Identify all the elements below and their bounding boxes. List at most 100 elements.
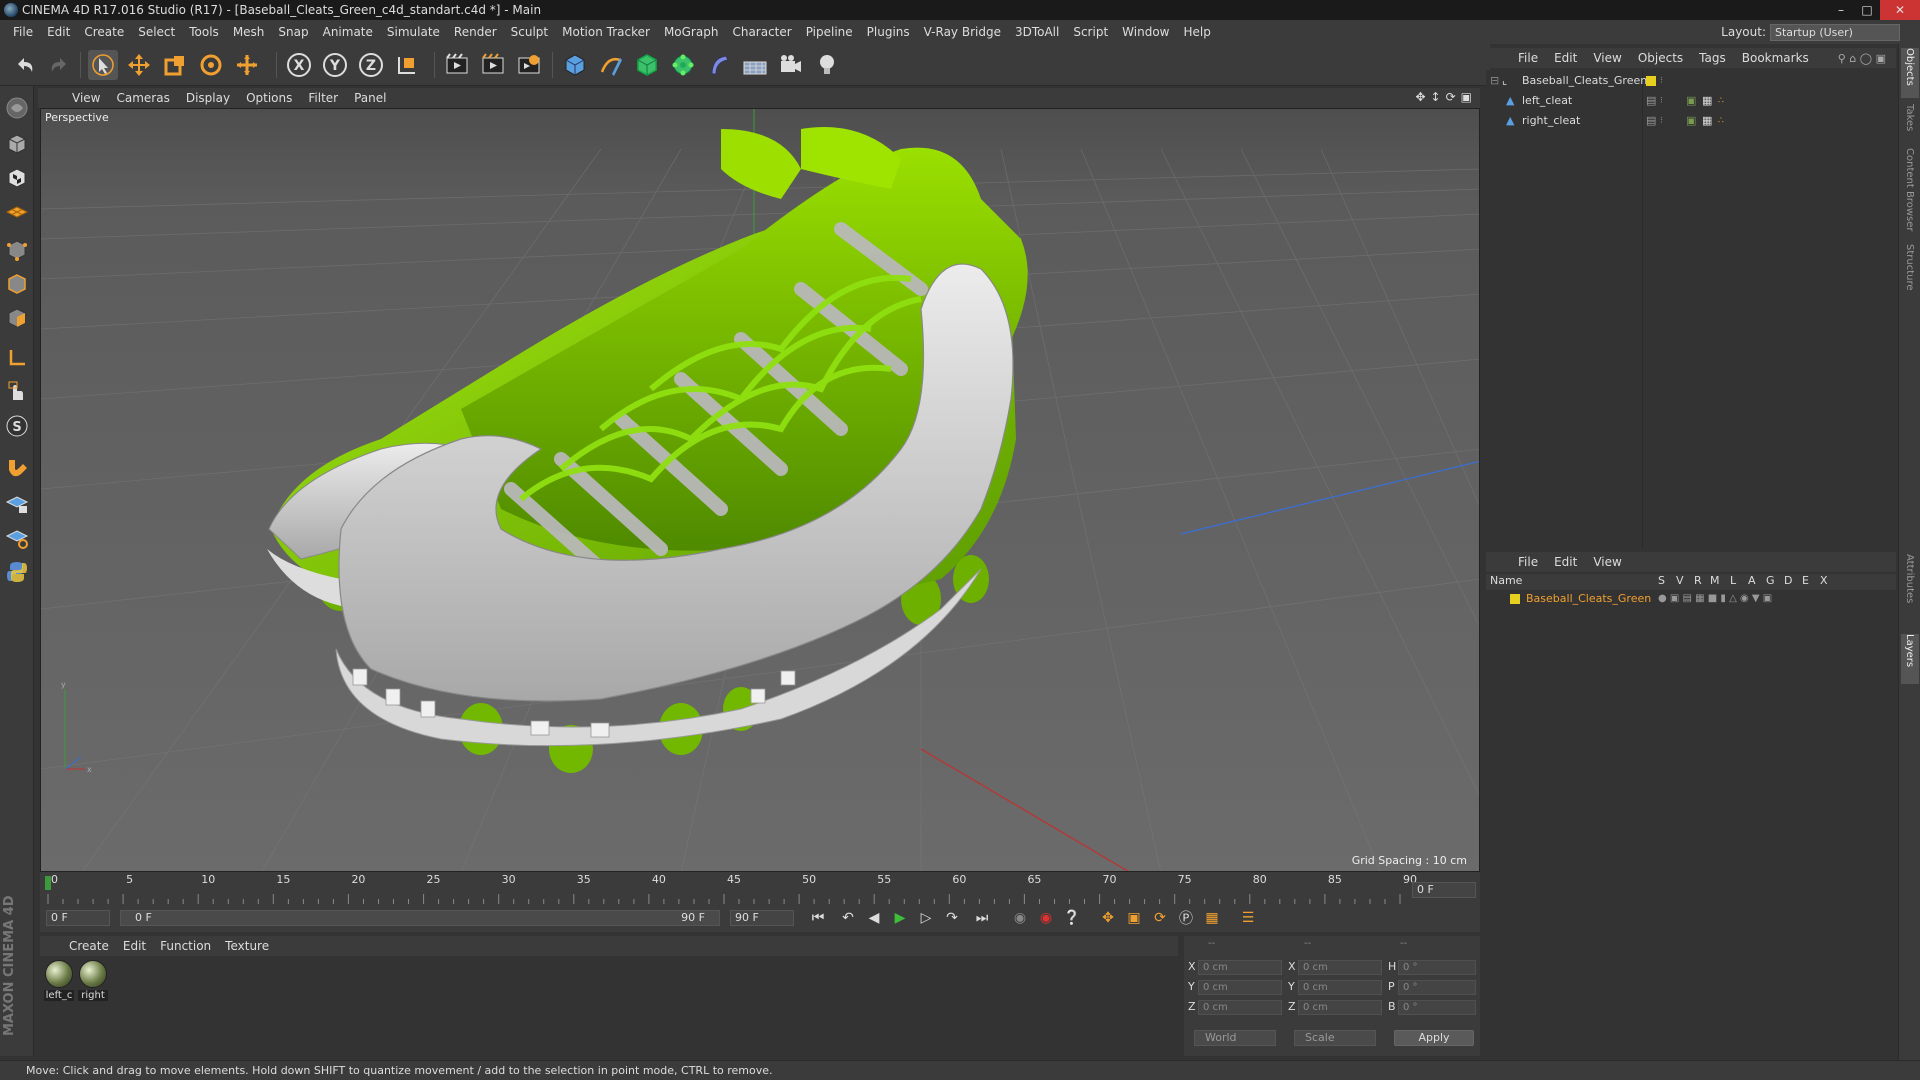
light-icon[interactable]	[812, 50, 842, 80]
axis-mode-icon[interactable]	[3, 344, 31, 372]
preview-range-slider[interactable]: 0 F 90 F	[120, 910, 720, 926]
texture-tag-icon[interactable]: ▦	[1702, 112, 1712, 130]
redo-icon[interactable]	[44, 50, 74, 80]
menu-window[interactable]: Window	[1115, 20, 1176, 44]
phong-tag-icon[interactable]: ∴	[1718, 112, 1724, 130]
material-menu-edit[interactable]: Edit	[116, 939, 153, 953]
make-editable-icon[interactable]	[3, 94, 31, 122]
om-menu-bookmarks[interactable]: Bookmarks	[1734, 51, 1817, 65]
material-menu-create[interactable]: Create	[62, 939, 116, 953]
material-right-cleat[interactable]: right	[78, 960, 108, 1001]
transform-tool-icon[interactable]	[232, 50, 262, 80]
menu-vray-bridge[interactable]: V-Ray Bridge	[917, 20, 1008, 44]
rotate-view-icon[interactable]: ⟳	[1446, 90, 1456, 104]
undo-icon[interactable]	[10, 50, 40, 80]
rotate-tool-icon[interactable]	[196, 50, 226, 80]
previous-frame-icon[interactable]: ◀	[862, 907, 886, 929]
tab-takes[interactable]: Takes	[1901, 104, 1919, 144]
key-position-icon[interactable]: ✥	[1096, 907, 1120, 929]
menu-simulate[interactable]: Simulate	[380, 20, 447, 44]
pen-spline-icon[interactable]	[596, 50, 626, 80]
material-tag-icon[interactable]: ▣	[1686, 112, 1696, 130]
texture-tag-icon[interactable]: ▦	[1702, 92, 1712, 110]
mograph-cloner-icon[interactable]	[668, 50, 698, 80]
motion-record-icon[interactable]: ◉	[1008, 907, 1032, 929]
om-menu-file[interactable]: File	[1510, 51, 1546, 65]
menu-select[interactable]: Select	[131, 20, 182, 44]
render-settings-icon[interactable]	[514, 50, 544, 80]
autokey-icon[interactable]: ❔	[1060, 907, 1084, 929]
close-icon[interactable]: ✕	[1880, 0, 1920, 20]
material-menu-function[interactable]: Function	[153, 939, 218, 953]
menu-file[interactable]: File	[6, 20, 40, 44]
tab-objects[interactable]: Objects	[1901, 48, 1919, 98]
tab-layers[interactable]: Layers	[1901, 634, 1919, 684]
menu-motion-tracker[interactable]: Motion Tracker	[555, 20, 657, 44]
om-menu-objects[interactable]: Objects	[1630, 51, 1691, 65]
tab-attributes[interactable]: Attributes	[1901, 554, 1919, 624]
workplane-mode-icon[interactable]	[3, 198, 31, 226]
viewport-menu-panel[interactable]: Panel	[346, 91, 394, 105]
python-icon[interactable]	[3, 558, 31, 586]
texture-mode-icon[interactable]	[3, 164, 31, 192]
menu-help[interactable]: Help	[1176, 20, 1217, 44]
menu-tools[interactable]: Tools	[182, 20, 226, 44]
menu-mograph[interactable]: MoGraph	[657, 20, 726, 44]
viewport-menu-view[interactable]: View	[64, 91, 108, 105]
deformer-bend-icon[interactable]	[704, 50, 734, 80]
visibility-dots-icon[interactable]: ⁝	[1660, 92, 1663, 110]
menu-character[interactable]: Character	[725, 20, 798, 44]
lm-menu-edit[interactable]: Edit	[1546, 555, 1585, 569]
next-key-icon[interactable]: ↷	[940, 907, 964, 929]
start-frame-field[interactable]: 0 F	[46, 910, 110, 926]
coordinate-space-dropdown[interactable]: World	[1194, 1030, 1276, 1046]
size-z-field[interactable]: 0 cm	[1298, 1000, 1382, 1015]
render-to-picture-viewer-icon[interactable]	[478, 50, 508, 80]
key-point-level-icon[interactable]: ▦	[1200, 907, 1224, 929]
menu-edit[interactable]: Edit	[40, 20, 77, 44]
object-row[interactable]: ▲ right_cleat ▤ ⁝ ▣ ▦ ∴	[1486, 112, 1896, 130]
record-active-icon[interactable]: ◉	[1034, 907, 1058, 929]
previous-key-icon[interactable]: ↶	[836, 907, 860, 929]
rotation-b-field[interactable]: 0 °	[1398, 1000, 1476, 1015]
model-mode-icon[interactable]	[3, 130, 31, 158]
phong-tag-icon[interactable]: ∴	[1718, 92, 1724, 110]
play-forward-icon[interactable]: ▶	[888, 907, 912, 929]
menu-animate[interactable]: Animate	[316, 20, 380, 44]
current-frame-field[interactable]: 0 F	[1412, 882, 1476, 898]
om-menu-tags[interactable]: Tags	[1691, 51, 1734, 65]
menu-mesh[interactable]: Mesh	[226, 20, 272, 44]
menu-script[interactable]: Script	[1066, 20, 1115, 44]
edges-mode-icon[interactable]	[3, 270, 31, 298]
material-left-cleat[interactable]: left_c	[44, 960, 74, 1001]
rotation-p-field[interactable]: 0 °	[1398, 980, 1476, 995]
maximize-icon[interactable]: □	[1854, 0, 1880, 20]
lm-menu-file[interactable]: File	[1510, 555, 1546, 569]
subdivision-surface-icon[interactable]	[632, 50, 662, 80]
scale-tool-icon[interactable]	[160, 50, 190, 80]
cube-primitive-icon[interactable]	[560, 50, 590, 80]
key-rotation-icon[interactable]: ⟳	[1148, 907, 1172, 929]
live-selection-icon[interactable]	[88, 50, 118, 80]
om-menu-edit[interactable]: Edit	[1546, 51, 1585, 65]
timeline-ruler[interactable]: 0 5 10 15 20 25 30 35 40 45 50 55 60 65 70 75 80 85 90 0 F	[40, 872, 1480, 904]
position-z-field[interactable]: 0 cm	[1198, 1000, 1282, 1015]
menu-create[interactable]: Create	[77, 20, 131, 44]
size-y-field[interactable]: 0 cm	[1298, 980, 1382, 995]
layer-color-swatch[interactable]	[1646, 76, 1656, 86]
menu-snap[interactable]: Snap	[271, 20, 315, 44]
menu-pipeline[interactable]: Pipeline	[799, 20, 860, 44]
viewport-menu-filter[interactable]: Filter	[300, 91, 346, 105]
tab-content-browser[interactable]: Content Browser	[1901, 148, 1919, 238]
menu-plugins[interactable]: Plugins	[860, 20, 917, 44]
magnet-icon[interactable]	[3, 452, 31, 480]
om-search-icon[interactable]: ⚲ ⌂ ◯ ▣	[1838, 52, 1886, 65]
menu-3dtoall[interactable]: 3DToAll	[1008, 20, 1066, 44]
viewport-menu-cameras[interactable]: Cameras	[108, 91, 177, 105]
y-axis-lock-icon[interactable]: Y	[320, 50, 350, 80]
visibility-dots-icon[interactable]: ⁝	[1660, 112, 1663, 130]
minimize-icon[interactable]: –	[1828, 0, 1854, 20]
go-to-end-icon[interactable]: ⏭	[970, 907, 994, 929]
key-parameter-icon[interactable]: Ⓟ	[1174, 907, 1198, 929]
visibility-dots-icon[interactable]: ⁝	[1660, 72, 1663, 90]
